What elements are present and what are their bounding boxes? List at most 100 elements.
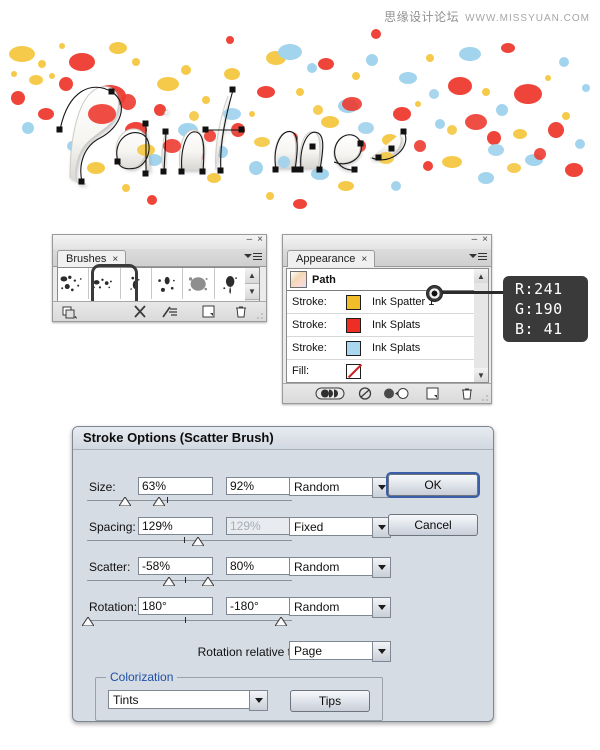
rotation-label: Rotation: [89, 600, 138, 614]
tab-brushes[interactable]: Brushes × [57, 250, 127, 267]
appearance-resize-grip[interactable] [481, 394, 489, 402]
brushes-resize-grip[interactable] [256, 312, 264, 320]
appearance-scroll-down-icon[interactable]: ▼ [474, 368, 488, 382]
brushes-minimize-icon[interactable]: – [247, 235, 253, 245]
brushes-thumbnail-strip[interactable] [57, 267, 246, 302]
brushes-scroll-up-icon[interactable]: ▲ [245, 268, 259, 284]
brushes-tabrow: Brushes × [53, 249, 266, 267]
rgb-r-value: 241 [534, 280, 563, 298]
brushes-footer [53, 301, 266, 321]
brush-item-ink-teardrop-scatter-brush[interactable] [215, 268, 245, 299]
tab-appearance-label: Appearance [296, 253, 356, 265]
size-slider-track[interactable] [87, 500, 292, 501]
stroke-color-swatch[interactable] [345, 339, 362, 357]
spacing-mode-select[interactable]: Fixed [289, 517, 391, 538]
appearance-row-fill[interactable]: Fill: [287, 360, 474, 382]
appearance-titlebar[interactable]: – × [283, 235, 491, 249]
brush-item-ink-droplets-scatter-brush[interactable] [152, 268, 184, 299]
chevron-down-icon[interactable] [372, 597, 391, 618]
rotation-min-slider-thumb[interactable] [82, 617, 94, 626]
delete-selected-item-icon[interactable] [459, 386, 475, 401]
spacing-min-input[interactable]: 129% [138, 517, 213, 535]
appearance-row-stroke-2[interactable]: Stroke: Ink Splats [287, 314, 474, 337]
appearance-row-stroke-3[interactable]: Stroke: Ink Splats [287, 337, 474, 360]
rotation-min-input[interactable]: 180° [138, 597, 213, 615]
rotation-row: Rotation: 180° -180° Random [73, 595, 493, 635]
brush-item-ink-drip-scatter-brush[interactable] [121, 268, 152, 299]
ok-button[interactable]: OK [388, 474, 478, 496]
tab-brushes-close-icon[interactable]: × [112, 254, 118, 265]
callout-anchor-dot-icon [426, 285, 443, 302]
tab-appearance[interactable]: Appearance × [287, 250, 376, 267]
appearance-minimize-icon[interactable]: – [472, 235, 478, 245]
appearance-scrollbar[interactable]: ▲ ▼ [474, 268, 489, 383]
brushes-scroll-down-icon[interactable]: ▼ [245, 284, 259, 300]
spacing-slider-thumb[interactable] [192, 537, 204, 546]
rotation-mode-select[interactable]: Random [289, 597, 391, 618]
appearance-row-label: Stroke: [292, 342, 327, 354]
stroke-color-swatch[interactable] [345, 316, 362, 334]
appearance-target-row[interactable]: Path [287, 269, 474, 291]
callout-connector-line [433, 291, 508, 294]
scatter-min-slider-thumb[interactable] [163, 577, 175, 586]
size-min-input[interactable]: 63% [138, 477, 213, 495]
rotation-slider-track[interactable] [87, 620, 292, 621]
rotation-relative-row: Rotation relative to: Page [73, 641, 493, 665]
size-min-slider-thumb[interactable] [119, 497, 131, 506]
scatter-max-slider-thumb[interactable] [202, 577, 214, 586]
chevron-down-icon[interactable] [372, 641, 391, 662]
appearance-scroll-up-icon[interactable]: ▲ [474, 269, 488, 283]
rotation-mode-value: Random [294, 600, 340, 614]
colorization-method-select[interactable]: Tints [108, 690, 268, 711]
delete-brush-icon[interactable] [233, 304, 249, 319]
colorization-method-value: Tints [113, 693, 139, 707]
rgb-b-label: B: [515, 320, 535, 338]
fill-none-swatch-icon[interactable] [346, 363, 361, 379]
tab-appearance-close-icon[interactable]: × [361, 254, 367, 265]
stroke-color-swatch[interactable] [345, 293, 362, 311]
appearance-target-label: Path [312, 273, 336, 286]
spacing-slider-track[interactable] [87, 540, 292, 541]
reduce-to-basic-appearance-icon[interactable] [383, 386, 409, 401]
spacing-slider-center-tick [184, 537, 185, 543]
tips-button[interactable]: Tips [290, 690, 370, 712]
brushes-scrollbar[interactable]: ▲ ▼ [245, 267, 260, 302]
scatter-mode-select[interactable]: Random [289, 557, 391, 578]
rotation-relative-select[interactable]: Page [289, 641, 391, 662]
chevron-down-icon[interactable] [249, 690, 268, 711]
new-art-has-basic-appearance-icon[interactable] [315, 386, 345, 401]
brushes-titlebar[interactable]: – × [53, 235, 266, 249]
brushes-flyout-menu-icon[interactable] [244, 251, 262, 264]
scatter-min-input[interactable]: -58% [138, 557, 213, 575]
stroke-options-dialog[interactable]: Stroke Options (Scatter Brush) Size: 63%… [72, 426, 494, 722]
brush-options-icon[interactable] [161, 304, 177, 319]
rotation-max-slider-thumb[interactable] [275, 617, 287, 626]
size-max-slider-thumb[interactable] [153, 497, 165, 506]
appearance-item-list[interactable]: Path Stroke: Ink Spatter 1 Stroke: Ink S… [286, 268, 475, 383]
appearance-panel[interactable]: – × Appearance × Path Stroke: Ink Spatte… [282, 234, 492, 404]
brush-item-ink-splats-scatter-brush[interactable] [89, 268, 121, 299]
brush-item-ink-blot-scatter-brush[interactable] [183, 268, 215, 299]
brush-libraries-menu-icon[interactable] [61, 304, 77, 319]
colorization-group: Colorization Tints Tips [95, 670, 383, 721]
appearance-fill-label: Fill: [292, 365, 310, 377]
brush-item-ink-spatter-scatter-brush[interactable] [58, 268, 90, 299]
size-mode-select[interactable]: Random [289, 477, 391, 498]
appearance-close-icon[interactable]: × [482, 235, 488, 245]
duplicate-selected-item-icon[interactable] [425, 386, 441, 401]
chevron-down-icon[interactable] [372, 557, 391, 578]
remove-brush-stroke-icon[interactable] [132, 304, 148, 319]
clear-appearance-icon[interactable] [357, 386, 373, 401]
cancel-button[interactable]: Cancel [388, 514, 478, 536]
spacing-label: Spacing: [89, 520, 136, 534]
scatter-slider-track[interactable] [87, 580, 292, 581]
scatter-row: Scatter: -58% 80% Random [73, 555, 493, 595]
appearance-row-stroke-1[interactable]: Stroke: Ink Spatter 1 [287, 291, 474, 314]
new-brush-icon[interactable] [201, 304, 217, 319]
brushes-panel[interactable]: – × Brushes × ▲ ▼ [52, 234, 267, 322]
appearance-tabrow: Appearance × [283, 249, 491, 267]
appearance-row-label: Stroke: [292, 319, 327, 331]
appearance-flyout-menu-icon[interactable] [469, 251, 487, 264]
artwork-illustration [9, 29, 590, 209]
brushes-close-icon[interactable]: × [257, 235, 263, 245]
